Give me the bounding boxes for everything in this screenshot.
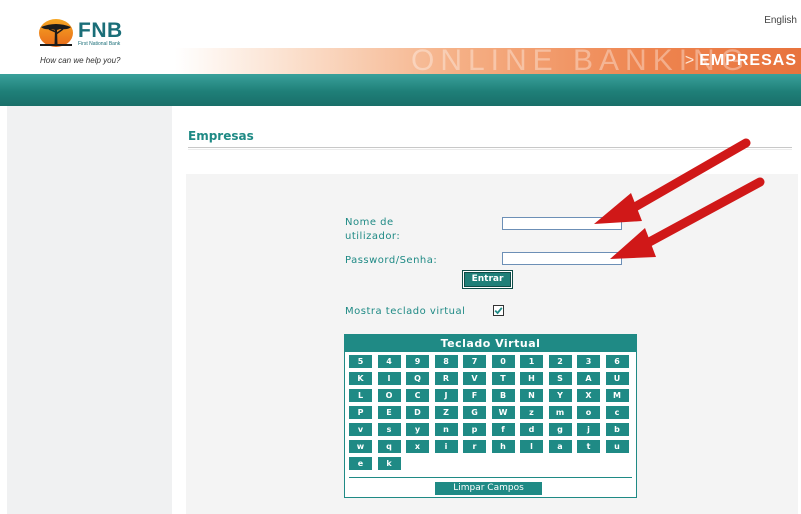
keyboard-key[interactable]: d [520, 423, 543, 436]
password-input[interactable] [502, 252, 622, 265]
keyboard-key[interactable]: S [548, 372, 572, 385]
keyboard-key[interactable]: A [577, 372, 600, 385]
username-input[interactable] [502, 217, 622, 230]
keyboard-key[interactable]: o [577, 406, 600, 419]
keyboard-key[interactable]: 8 [434, 355, 458, 368]
virtual-keyboard: Teclado Virtual 5498701236 KIQRVTHSAU LOCJ… [344, 334, 637, 498]
keyboard-key[interactable]: T [491, 372, 515, 385]
keyboard-key[interactable]: 1 [520, 355, 543, 368]
keyboard-key[interactable]: N [520, 389, 543, 402]
keyboard-key[interactable]: f [491, 423, 515, 436]
username-label: Nome de utilizador: [345, 216, 400, 244]
keyboard-key[interactable]: 3 [577, 355, 600, 368]
keyboard-key[interactable]: r [463, 440, 486, 453]
keyboard-divider [349, 477, 632, 478]
keyboard-key[interactable]: M [605, 389, 629, 402]
sidebar [7, 106, 172, 514]
show-keyboard-checkbox[interactable] [493, 305, 504, 316]
keyboard-key[interactable]: h [491, 440, 515, 453]
password-label: Password/Senha: [345, 255, 438, 266]
keyboard-key[interactable]: 2 [548, 355, 572, 368]
brand-subtitle: First National Bank [78, 40, 121, 47]
keyboard-key[interactable]: b [605, 423, 629, 436]
keyboard-key[interactable]: x [406, 440, 429, 453]
page-title: Empresas [188, 129, 254, 143]
banner-title: > EMPRESAS [685, 52, 797, 70]
keyboard-key[interactable]: m [548, 406, 572, 419]
keyboard-key[interactable]: t [577, 440, 600, 453]
keyboard-key[interactable]: E [377, 406, 401, 419]
brand-text: FNB First National Bank [78, 20, 123, 47]
keyboard-key[interactable]: G [463, 406, 486, 419]
keyboard-key[interactable]: 9 [406, 355, 429, 368]
keyboard-key[interactable]: 0 [491, 355, 515, 368]
keyboard-key[interactable]: q [377, 440, 401, 453]
username-label-line2: utilizador: [345, 231, 401, 242]
keyboard-key[interactable]: Y [548, 389, 572, 402]
keyboard-key[interactable]: 6 [605, 355, 629, 368]
keyboard-key[interactable]: c [605, 406, 629, 419]
clear-fields-button[interactable]: Limpar Campos [435, 482, 542, 495]
keyboard-key[interactable]: n [434, 423, 458, 436]
keyboard-key[interactable]: X [577, 389, 600, 402]
keyboard-key[interactable]: V [463, 372, 486, 385]
keyboard-key[interactable]: Z [434, 406, 458, 419]
online-banking-banner: ONLINE BANKING > EMPRESAS [175, 48, 801, 74]
keyboard-key[interactable]: z [520, 406, 543, 419]
keyboard-key[interactable]: s [377, 423, 401, 436]
keyboard-key[interactable]: g [548, 423, 572, 436]
keyboard-key[interactable]: U [605, 372, 629, 385]
username-label-line1: Nome de [345, 217, 394, 228]
tagline: How can we help you? [40, 56, 121, 65]
keyboard-key[interactable]: 4 [377, 355, 401, 368]
title-divider-shadow [188, 149, 792, 150]
keyboard-key[interactable]: 5 [349, 355, 372, 368]
keyboard-key[interactable]: C [406, 389, 429, 402]
keyboard-key[interactable]: i [434, 440, 458, 453]
keyboard-key[interactable]: P [349, 406, 372, 419]
show-keyboard-label: Mostra teclado virtual [345, 306, 466, 317]
fnb-logo[interactable]: FNB First National Bank [38, 18, 123, 48]
banner-title-text: EMPRESAS [699, 52, 797, 69]
chevron-right-icon: > [684, 52, 696, 69]
keyboard-key[interactable]: J [434, 389, 458, 402]
keyboard-key[interactable]: a [548, 440, 572, 453]
brand-name: FNB [78, 18, 123, 42]
keyboard-key[interactable]: e [349, 457, 372, 470]
checkmark-icon [494, 307, 503, 315]
keyboard-key[interactable]: u [605, 440, 629, 453]
language-link[interactable]: English [764, 15, 797, 26]
keyboard-key[interactable]: w [349, 440, 372, 453]
keyboard-key[interactable]: B [491, 389, 515, 402]
keyboard-key[interactable]: O [377, 389, 401, 402]
navigation-bar [0, 74, 801, 106]
keyboard-key[interactable]: L [349, 389, 372, 402]
keyboard-key[interactable]: D [406, 406, 429, 419]
keyboard-key[interactable]: R [434, 372, 458, 385]
keyboard-key[interactable]: y [406, 423, 429, 436]
keyboard-key[interactable]: k [377, 457, 401, 470]
keyboard-key[interactable]: v [349, 423, 372, 436]
title-divider [188, 147, 792, 148]
keyboard-key[interactable]: H [520, 372, 543, 385]
keyboard-key[interactable]: I [377, 372, 401, 385]
login-submit-button[interactable]: Entrar [463, 271, 512, 288]
keyboard-key[interactable]: W [491, 406, 515, 419]
keyboard-key[interactable]: F [463, 389, 486, 402]
keyboard-key[interactable]: Q [406, 372, 429, 385]
keyboard-key[interactable]: p [463, 423, 486, 436]
keyboard-key[interactable]: j [577, 423, 600, 436]
keyboard-key[interactable]: l [520, 440, 543, 453]
virtual-keyboard-title: Teclado Virtual [345, 335, 636, 352]
acacia-tree-icon [39, 19, 73, 47]
page-header: FNB First National Bank How can we help … [0, 0, 801, 74]
keyboard-key[interactable]: 7 [463, 355, 486, 368]
keyboard-key[interactable]: K [349, 372, 372, 385]
